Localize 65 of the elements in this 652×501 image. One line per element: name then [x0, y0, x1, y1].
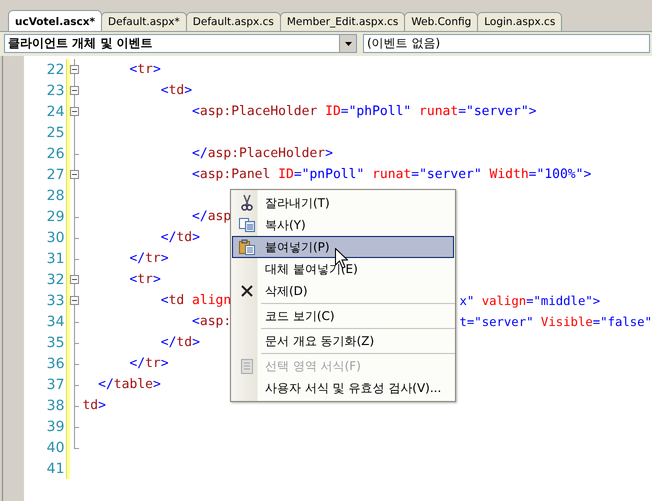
menu-item[interactable]: 잘라내기(T) [232, 192, 454, 214]
code-text: </td> [160, 335, 200, 350]
line-number: 30 [46, 230, 64, 246]
line-number: 32 [46, 272, 64, 288]
copy-icon [239, 218, 255, 232]
code-text: </td> [160, 230, 200, 245]
file-tab[interactable]: Login.aspx.cs [477, 12, 562, 31]
code-text: <td> [160, 83, 192, 98]
line-number: 41 [46, 460, 64, 476]
document-icon [241, 358, 253, 374]
code-text: x" valign="middle"> [459, 294, 600, 308]
file-tab[interactable]: Default.aspx* [101, 12, 187, 31]
file-tab[interactable]: Web.Config [404, 12, 478, 31]
scissors-icon [241, 195, 253, 211]
menu-item[interactable]: 복사(Y) [232, 214, 454, 236]
code-text: t="server" Visible="false" [459, 314, 652, 328]
file-tab[interactable]: Default.aspx.cs [186, 12, 281, 31]
line-number: 27 [46, 166, 64, 182]
menu-item[interactable]: 문서 개요 동기화(Z) [232, 330, 454, 352]
code-text: <asp:Panel ID="pnPoll" runat="server" Width="100%"> [191, 167, 592, 182]
line-number: 40 [46, 440, 64, 456]
collapse-icon[interactable] [70, 107, 80, 116]
line-number: 39 [46, 418, 64, 434]
menu-item[interactable]: 사용자 서식 및 유효성 검사(V)... [232, 377, 454, 399]
code-text: </table> [97, 377, 161, 392]
line-number: 25 [46, 124, 64, 140]
collapse-icon[interactable] [70, 86, 80, 95]
line-number: 36 [46, 356, 64, 372]
code-text: </asp:PlaceHolder> [191, 146, 333, 161]
code-text: <td align [160, 293, 232, 308]
file-tab[interactable]: ucVotel.ascx* [8, 10, 102, 31]
line-number: 26 [46, 146, 64, 162]
line-number: 24 [46, 104, 64, 120]
file-tab[interactable]: Member_Edit.aspx.cs [280, 12, 406, 31]
line-number: 38 [46, 398, 64, 414]
line-number: 34 [46, 314, 64, 330]
code-text: td> [82, 398, 106, 413]
line-number: 31 [46, 250, 64, 266]
code-text: </tr> [128, 356, 169, 371]
code-text: <tr> [128, 272, 161, 287]
menu-item[interactable]: 대체 붙여넣기(E) [232, 258, 454, 280]
collapse-icon[interactable] [70, 296, 80, 305]
code-text: <asp:PlaceHolder ID="phPoll" runat="server"> [191, 104, 536, 119]
menu-item[interactable]: 붙여넣기(P) [232, 236, 454, 258]
line-number: 37 [46, 376, 64, 392]
dropdown-arrow-icon [344, 42, 352, 46]
line-number: 29 [46, 208, 64, 224]
delete-icon [241, 285, 253, 297]
paste-icon [239, 239, 255, 255]
line-number: 35 [46, 334, 64, 350]
line-number: 33 [46, 292, 64, 308]
collapse-icon[interactable] [70, 170, 80, 179]
menu-item[interactable]: 코드 보기(C) [232, 305, 454, 327]
collapse-icon[interactable] [70, 65, 80, 74]
code-text: <asp: [191, 314, 232, 329]
object-dropdown[interactable]: 클라이언트 개체 및 이벤트 [4, 34, 357, 53]
line-number: 28 [46, 188, 64, 204]
line-number: 22 [46, 62, 64, 78]
code-text: <tr> [128, 62, 161, 77]
code-text: </tr> [128, 251, 169, 266]
line-number: 23 [46, 82, 64, 98]
code-text: </asp [191, 209, 232, 224]
collapse-icon[interactable] [70, 275, 80, 284]
menu-item[interactable]: 삭제(D) [232, 280, 454, 302]
event-dropdown[interactable]: (이벤트 없음) [363, 34, 650, 53]
